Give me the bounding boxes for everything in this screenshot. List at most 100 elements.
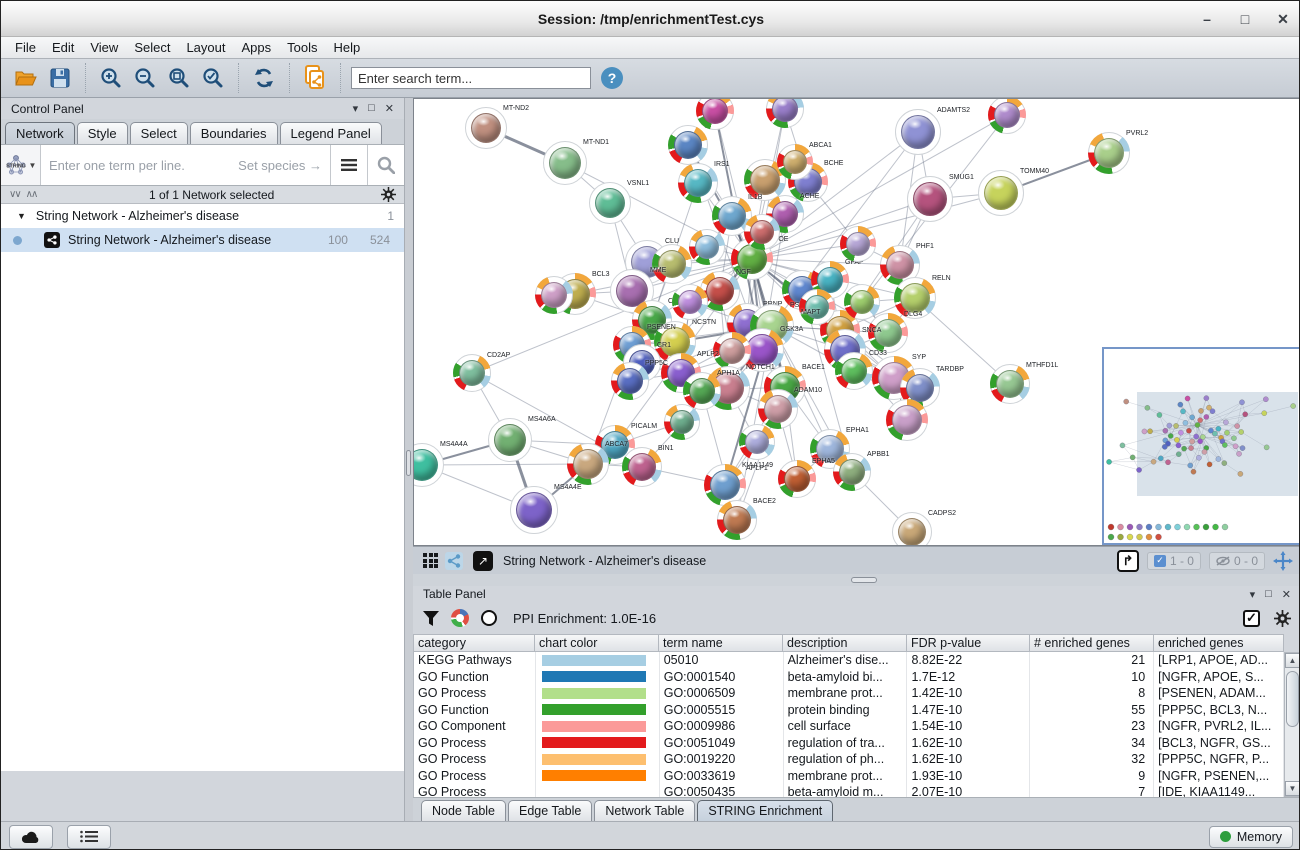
string-options-button[interactable]	[330, 145, 367, 185]
tab-style[interactable]: Style	[77, 122, 128, 144]
grid-view-icon[interactable]	[423, 553, 438, 568]
column-header-fdr-p-value[interactable]: FDR p-value	[907, 634, 1030, 652]
network-node[interactable]	[744, 214, 780, 250]
birdseye-overview[interactable]	[1102, 347, 1300, 545]
network-collection-row[interactable]: ▼ String Network - Alzheimer's disease 1	[1, 204, 404, 228]
filter-icon[interactable]	[423, 611, 439, 626]
network-node[interactable]	[1088, 132, 1130, 174]
zoom-fit-icon[interactable]	[162, 63, 196, 93]
close-button[interactable]: ✕	[1275, 11, 1291, 28]
table-row[interactable]: KEGG Pathways05010Alzheimer's dise...8.8…	[414, 652, 1284, 669]
tab-select[interactable]: Select	[130, 122, 188, 144]
tab-legend-panel[interactable]: Legend Panel	[280, 122, 382, 144]
network-node[interactable]	[892, 512, 932, 546]
scrollbar-thumb[interactable]	[1286, 671, 1299, 727]
network-node[interactable]	[799, 289, 835, 325]
task-list-button[interactable]	[67, 825, 111, 849]
panel-float-icon[interactable]: □	[368, 102, 375, 115]
column-header-enriched-genes[interactable]: # enriched genes	[1030, 634, 1154, 652]
panel-close-icon[interactable]: ✕	[1282, 588, 1291, 601]
network-node[interactable]	[543, 141, 587, 185]
network-row[interactable]: String Network - Alzheimer's disease 100…	[1, 228, 404, 252]
vertical-splitter[interactable]	[405, 98, 413, 821]
menu-item-help[interactable]: Help	[326, 40, 369, 55]
column-header-category[interactable]: category	[413, 634, 535, 652]
column-header-enriched-genes[interactable]: enriched genes	[1154, 634, 1284, 652]
table-row[interactable]: GO ProcessGO:0051049regulation of tra...…	[414, 735, 1284, 752]
save-session-icon[interactable]	[43, 63, 77, 93]
network-node[interactable]	[990, 364, 1030, 404]
string-logo-dropdown[interactable]: STRING ▼	[1, 145, 41, 185]
string-query-input[interactable]	[41, 145, 330, 185]
table-row[interactable]: GO ProcessGO:0033619membrane prot...1.93…	[414, 768, 1284, 785]
network-node[interactable]	[978, 170, 1024, 216]
network-node[interactable]	[689, 229, 725, 265]
table-row[interactable]: GO ProcessGO:0006509membrane prot...1.42…	[414, 685, 1284, 702]
share-network-icon[interactable]	[445, 552, 463, 570]
refresh-icon[interactable]	[247, 63, 281, 93]
minimize-button[interactable]: –	[1199, 11, 1215, 27]
expand-all-icon[interactable]: ∧∧	[26, 189, 37, 200]
zoom-selected-icon[interactable]	[196, 63, 230, 93]
network-node[interactable]	[907, 176, 953, 222]
tab-string-enrichment[interactable]: STRING Enrichment	[697, 800, 833, 821]
menu-item-tools[interactable]: Tools	[279, 40, 325, 55]
table-row[interactable]: GO ProcessGO:0050435beta-amyloid m...2.0…	[414, 784, 1284, 797]
panel-close-icon[interactable]: ✕	[385, 102, 394, 115]
help-icon[interactable]: ?	[601, 67, 623, 89]
tab-edge-table[interactable]: Edge Table	[508, 800, 592, 821]
zoom-in-icon[interactable]	[94, 63, 128, 93]
network-node[interactable]	[510, 486, 558, 534]
tab-boundaries[interactable]: Boundaries	[190, 122, 278, 144]
column-header-description[interactable]: description	[783, 634, 907, 652]
collapse-all-icon[interactable]: ∨∨	[9, 189, 20, 200]
open-file-icon[interactable]	[9, 63, 43, 93]
column-header-term-name[interactable]: term name	[659, 634, 783, 652]
network-node[interactable]	[652, 244, 692, 284]
network-node[interactable]	[778, 460, 816, 498]
network-from-file-icon[interactable]	[298, 63, 332, 93]
network-node[interactable]	[835, 352, 873, 390]
network-node[interactable]	[840, 226, 876, 262]
table-row[interactable]: GO ComponentGO:0009986cell surface1.54E-…	[414, 718, 1284, 735]
network-node[interactable]	[453, 354, 491, 392]
panel-float-icon[interactable]: □	[1265, 588, 1272, 601]
menu-item-layout[interactable]: Layout	[178, 40, 233, 55]
maximize-button[interactable]: □	[1237, 11, 1253, 27]
cloud-button[interactable]	[9, 825, 53, 849]
tab-network[interactable]: Network	[5, 122, 75, 144]
zoom-out-icon[interactable]	[128, 63, 162, 93]
network-node[interactable]	[664, 404, 700, 440]
network-node[interactable]	[611, 362, 649, 400]
network-node[interactable]	[844, 284, 880, 320]
network-node[interactable]	[717, 500, 757, 540]
splitter-handle[interactable]	[851, 577, 877, 583]
export-network-icon[interactable]: ↱	[1117, 550, 1139, 572]
tree-expand-icon[interactable]: ▼	[17, 211, 26, 221]
column-header-chart-color[interactable]: chart color	[535, 634, 659, 652]
network-node[interactable]	[777, 144, 813, 180]
table-row[interactable]: GO ProcessGO:0019220regulation of ph...1…	[414, 751, 1284, 768]
table-row[interactable]: GO FunctionGO:0005515protein binding1.47…	[414, 702, 1284, 719]
network-node[interactable]	[589, 182, 631, 224]
network-node[interactable]	[465, 107, 507, 149]
string-search-button[interactable]	[367, 145, 404, 185]
draw-charts-icon[interactable]	[451, 609, 469, 627]
network-node[interactable]	[622, 447, 662, 487]
scroll-up-icon[interactable]: ▲	[1285, 653, 1300, 668]
select-terms-checkbox[interactable]: ✓	[1243, 610, 1260, 627]
enrichment-settings-gear-icon[interactable]	[1274, 610, 1291, 627]
tab-node-table[interactable]: Node Table	[421, 800, 506, 821]
horizontal-splitter[interactable]	[413, 574, 1300, 586]
network-list-gear-icon[interactable]	[381, 187, 396, 202]
menu-item-view[interactable]: View	[82, 40, 126, 55]
memory-button[interactable]: Memory	[1209, 826, 1293, 848]
table-scrollbar[interactable]: ▲ ▼	[1284, 652, 1300, 797]
panel-collapse-icon[interactable]: ▾	[353, 102, 359, 115]
splitter-handle[interactable]	[406, 450, 411, 476]
network-node[interactable]	[758, 389, 798, 429]
search-input[interactable]	[351, 67, 591, 89]
panel-collapse-icon[interactable]: ▾	[1250, 588, 1256, 601]
table-row[interactable]: GO FunctionGO:0001540beta-amyloid bi...1…	[414, 669, 1284, 686]
network-node[interactable]	[833, 453, 871, 491]
